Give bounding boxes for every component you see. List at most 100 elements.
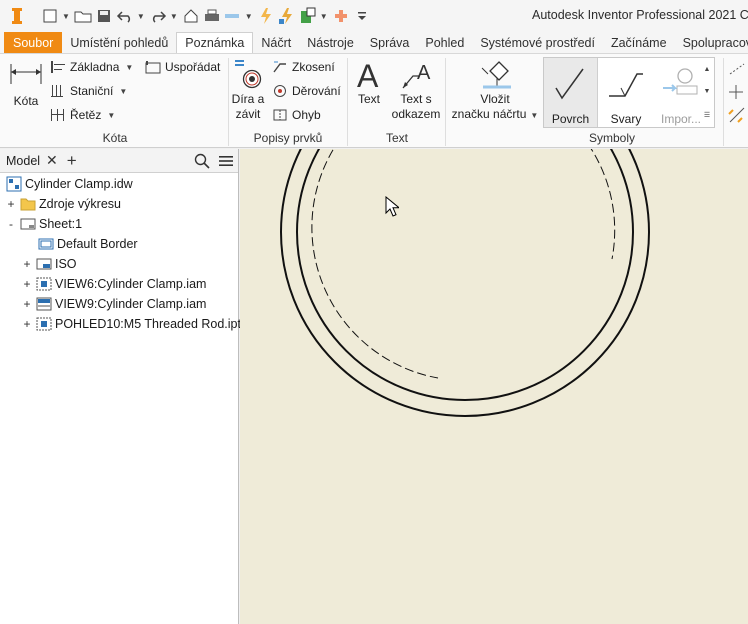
home-icon[interactable] — [182, 5, 200, 27]
tree-item-label: Sheet:1 — [39, 217, 83, 231]
view-icon — [36, 317, 52, 331]
thread-arc-right — [590, 149, 616, 260]
new-file-icon[interactable] — [41, 5, 59, 27]
tree-item-iso[interactable]: + ISO — [22, 254, 76, 274]
add-icon[interactable] — [332, 5, 350, 27]
tree-item-drawing[interactable]: Cylinder Clamp.idw — [6, 174, 133, 194]
expand-icon[interactable]: + — [22, 257, 32, 271]
tab-spolupracovat[interactable]: Spolupracov — [675, 32, 748, 53]
gallery-expand-icon[interactable]: ☰ — [704, 111, 710, 119]
update-icon[interactable] — [257, 5, 275, 27]
ohyb-button[interactable]: Ohyb — [272, 108, 321, 122]
panel-label-symboly[interactable]: Symboly — [584, 131, 640, 145]
undo-icon[interactable] — [116, 5, 134, 27]
svg-text:A: A — [417, 62, 431, 84]
open-icon[interactable] — [74, 5, 92, 27]
vlozit-label-2: značku náčrtu — [451, 107, 527, 121]
add-browser-icon[interactable]: + — [67, 151, 77, 171]
text-button[interactable]: A Text — [352, 58, 386, 107]
text-s-odkazem-button[interactable]: A Text s odkazem — [390, 58, 442, 122]
chevron-down-icon: ▼ — [530, 111, 539, 120]
tab-soubor[interactable]: Soubor — [4, 32, 63, 53]
kota-button[interactable]: Kóta — [6, 60, 46, 109]
center-mark-icon[interactable] — [728, 84, 748, 103]
usporadat-label: Uspořádat — [165, 60, 221, 74]
tab-poznamka[interactable]: Poznámka — [176, 32, 254, 53]
expand-icon[interactable]: + — [22, 297, 32, 311]
thread-arc — [311, 149, 439, 379]
zakladna-label: Základna — [70, 60, 120, 74]
expand-icon[interactable]: + — [22, 317, 32, 331]
inner-circle — [296, 149, 634, 401]
stanicni-label: Staniční — [70, 84, 114, 98]
tree-item-label: Cylinder Clamp.idw — [25, 177, 133, 191]
tree-item-pohled10[interactable]: + POHLED10:M5 Threaded Rod.ipt — [22, 314, 241, 334]
tree-item-default-border[interactable]: Default Border — [38, 234, 138, 254]
vlozit-znacku-button[interactable]: Vložit značku náčrtu ▼ — [450, 58, 540, 123]
svary-button[interactable]: Svary — [599, 58, 653, 127]
dira-a-zavit-button[interactable]: Díra a závit — [230, 58, 266, 122]
tree-item-label: Default Border — [57, 237, 138, 251]
povrch-button[interactable]: Povrch — [544, 58, 598, 127]
menu-icon[interactable] — [218, 153, 234, 172]
text-s-label-1: Text s — [400, 92, 432, 106]
chamfer-icon — [272, 60, 288, 74]
browser-header: Model ✕ + — [0, 149, 238, 173]
chevron-down-icon[interactable]: ▼ — [704, 88, 711, 95]
close-icon[interactable]: ✕ — [46, 152, 58, 169]
retez-button[interactable]: Řetěz ▼ — [50, 108, 115, 122]
zakladna-button[interactable]: Základna ▼ — [50, 60, 133, 74]
print-icon[interactable] — [203, 5, 221, 27]
usporadat-button[interactable]: Uspořádat — [145, 60, 220, 74]
outer-circle — [280, 149, 650, 417]
stanicni-button[interactable]: Staniční ▼ — [50, 84, 127, 98]
tab-nacrt[interactable]: Náčrt — [253, 32, 299, 53]
dimension-icon — [6, 60, 46, 86]
tree-item-label: VIEW6:Cylinder Clamp.iam — [55, 277, 207, 291]
tab-sprava[interactable]: Správa — [362, 32, 418, 53]
surface-texture-icon — [544, 66, 597, 102]
collapse-icon[interactable]: - — [6, 217, 16, 231]
measure-icon[interactable] — [224, 5, 242, 27]
sheet-icon — [20, 217, 36, 231]
centerline-icon[interactable] — [728, 106, 748, 127]
tree-item-view9[interactable]: + VIEW9:Cylinder Clamp.iam — [22, 294, 206, 314]
gallery-scroll[interactable]: ▲ ▼ ☰ — [700, 58, 714, 127]
border-icon — [38, 237, 54, 251]
dira-label-2: závit — [235, 107, 261, 121]
chevron-up-icon[interactable]: ▲ — [704, 66, 711, 73]
tab-systemove-prostredi[interactable]: Systémové prostředí — [472, 32, 603, 53]
drawing-canvas[interactable] — [240, 149, 748, 624]
arrange-icon — [145, 60, 161, 74]
title-block-icon — [36, 257, 52, 271]
tree-item-view6[interactable]: + VIEW6:Cylinder Clamp.iam — [22, 274, 206, 294]
leader-line-icon[interactable] — [728, 62, 748, 79]
mouse-cursor-icon — [385, 195, 401, 221]
panel-label-popisy[interactable]: Popisy prvků — [252, 131, 324, 145]
panel-label-text[interactable]: Text — [382, 131, 412, 145]
tree-item-sheet[interactable]: - Sheet:1 — [6, 214, 82, 234]
update-all-icon[interactable] — [278, 5, 296, 27]
tab-nastroje[interactable]: Nástroje — [299, 32, 362, 53]
tab-umisteni-pohledu[interactable]: Umístění pohledů — [62, 32, 176, 53]
search-icon[interactable] — [194, 153, 210, 172]
save-icon[interactable] — [95, 5, 113, 27]
vlozit-label-2-row: značku náčrtu ▼ — [450, 107, 540, 123]
browser-title[interactable]: Model — [6, 154, 40, 168]
zkoseni-button[interactable]: Zkosení — [272, 60, 335, 74]
sketch-symbol-icon — [450, 58, 540, 92]
expand-icon[interactable]: + — [22, 277, 32, 291]
component-icon[interactable] — [299, 5, 317, 27]
redo-icon[interactable] — [149, 5, 167, 27]
punch-icon — [272, 84, 288, 98]
derovani-button[interactable]: Děrování — [272, 84, 341, 98]
tab-zaciname[interactable]: Začínáme — [603, 32, 675, 53]
panel-label-kota[interactable]: Kóta — [100, 131, 130, 145]
customize-icon[interactable] — [353, 5, 371, 27]
folder-icon — [20, 197, 36, 211]
inventor-logo-icon[interactable] — [8, 5, 26, 27]
expand-icon[interactable]: + — [6, 197, 16, 211]
ribbon-tabs: Soubor Umístění pohledů Poznámka Náčrt N… — [0, 32, 748, 54]
tab-pohled[interactable]: Pohled — [417, 32, 472, 53]
tree-item-zdroje[interactable]: + Zdroje výkresu — [6, 194, 121, 214]
